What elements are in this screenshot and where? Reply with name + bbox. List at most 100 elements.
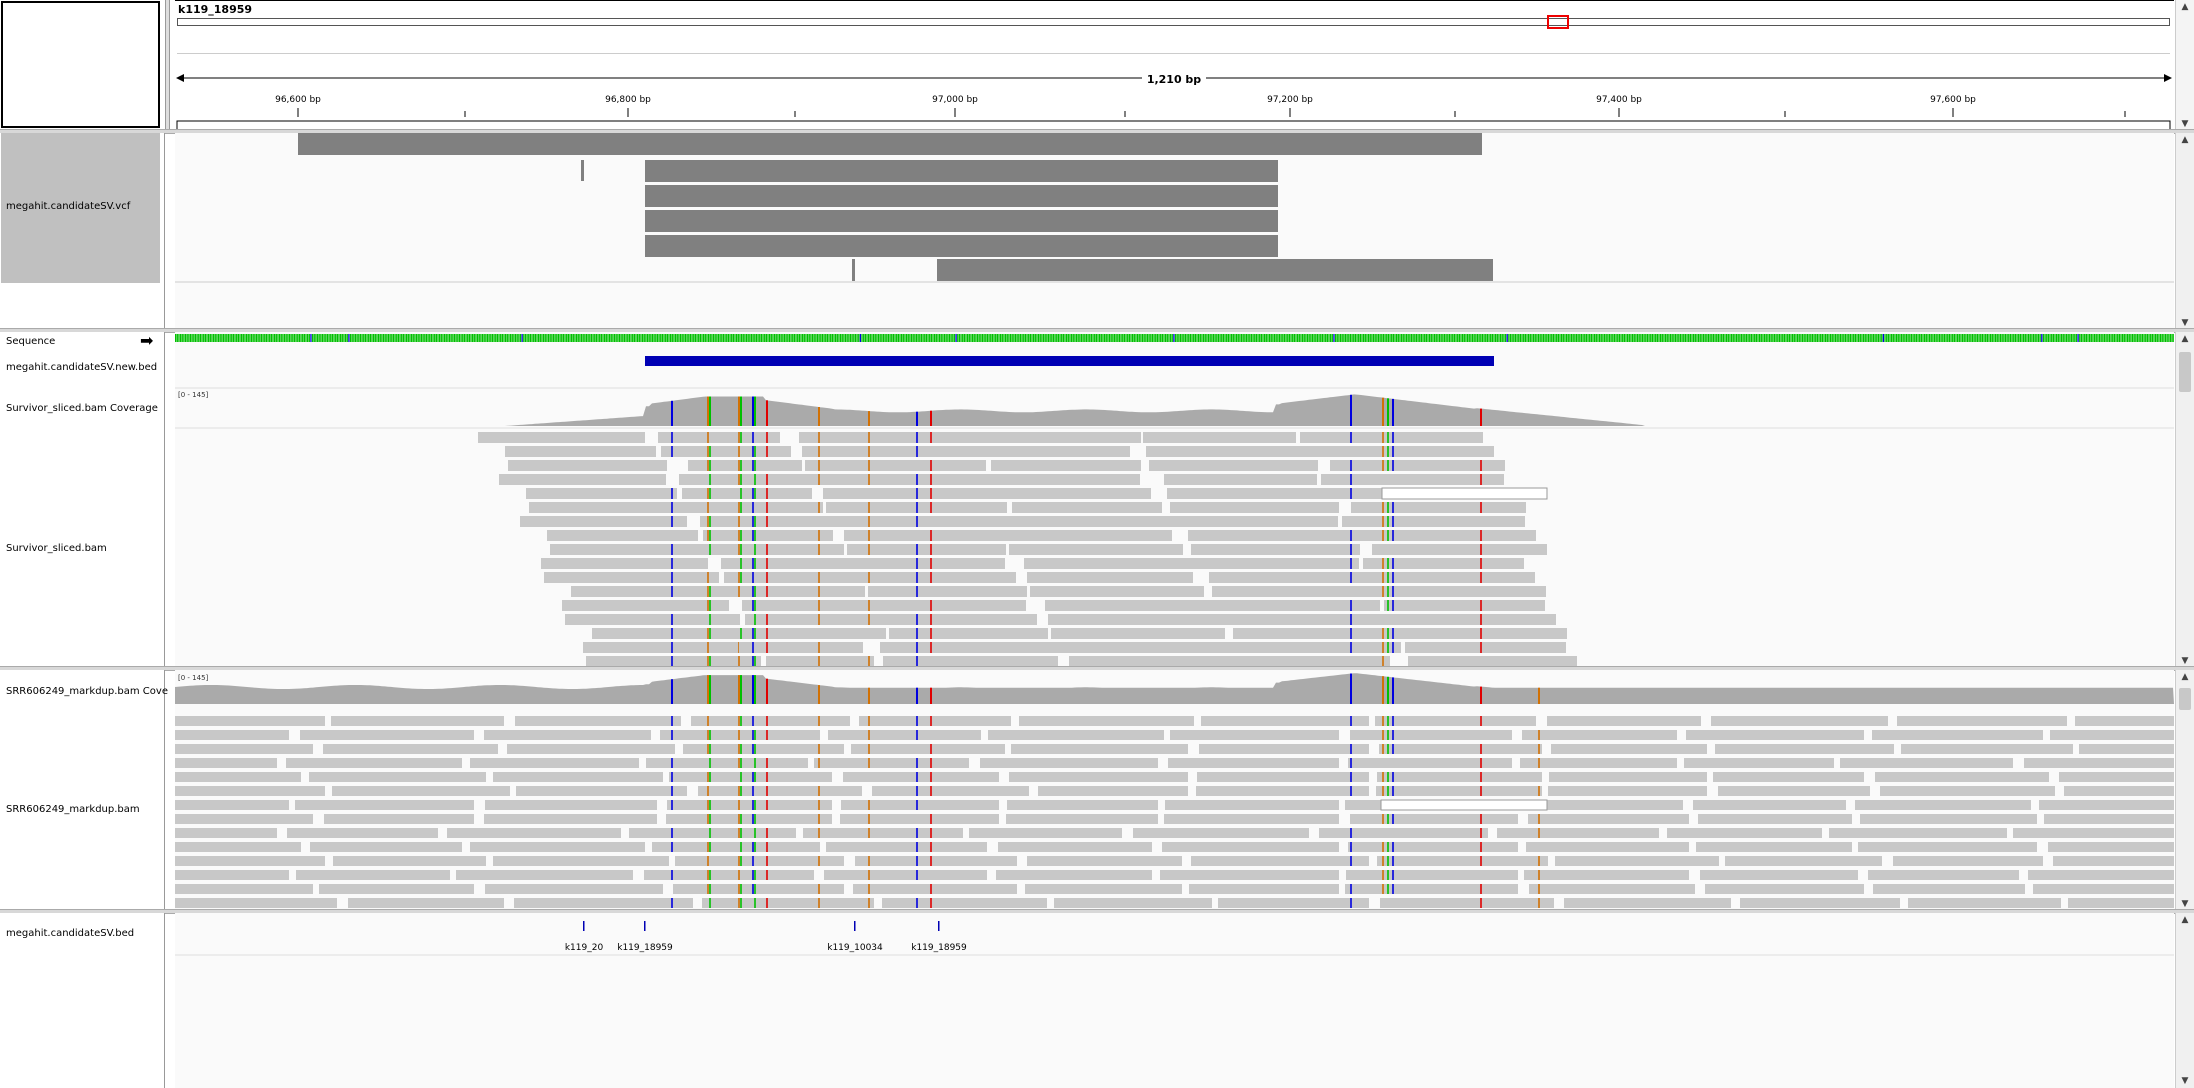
new-bed-feature[interactable] xyxy=(645,356,1494,366)
read[interactable] xyxy=(691,716,850,726)
read[interactable] xyxy=(1025,884,1182,894)
read[interactable] xyxy=(1713,772,1864,782)
read[interactable] xyxy=(1218,898,1369,908)
read[interactable] xyxy=(1725,856,1882,866)
survivor-coverage-track-name[interactable]: Survivor_sliced.bam Coverage xyxy=(6,403,158,414)
read[interactable] xyxy=(685,502,823,513)
bed-feature-mark[interactable] xyxy=(854,921,856,931)
read[interactable] xyxy=(1303,446,1494,457)
read[interactable] xyxy=(1522,730,1677,740)
read[interactable] xyxy=(1667,828,1822,838)
read[interactable] xyxy=(840,814,999,824)
read[interactable] xyxy=(583,642,750,653)
read[interactable] xyxy=(851,744,1005,754)
read[interactable] xyxy=(742,600,864,611)
read[interactable] xyxy=(1379,744,1542,754)
read[interactable] xyxy=(1868,870,2019,880)
read[interactable] xyxy=(1164,474,1317,485)
read[interactable] xyxy=(175,716,325,726)
read[interactable] xyxy=(988,730,1164,740)
read[interactable] xyxy=(669,772,832,782)
read[interactable] xyxy=(1206,614,1391,625)
read[interactable] xyxy=(1203,600,1380,611)
read[interactable] xyxy=(658,432,780,443)
read[interactable] xyxy=(470,842,645,852)
read[interactable] xyxy=(1372,544,1547,555)
read[interactable] xyxy=(1551,744,1707,754)
read[interactable] xyxy=(516,786,687,796)
read[interactable] xyxy=(507,744,675,754)
read[interactable] xyxy=(175,814,313,824)
read[interactable] xyxy=(175,786,325,796)
read[interactable] xyxy=(961,432,1141,443)
read[interactable] xyxy=(1162,842,1339,852)
srr-scrollbar[interactable]: ▲ ▼ xyxy=(2175,670,2194,911)
read[interactable] xyxy=(1377,772,1542,782)
read[interactable] xyxy=(838,558,1005,569)
read[interactable] xyxy=(1030,586,1204,597)
read[interactable] xyxy=(1038,786,1188,796)
read[interactable] xyxy=(1715,744,1894,754)
read[interactable] xyxy=(1007,800,1158,810)
read[interactable] xyxy=(1133,828,1309,838)
read[interactable] xyxy=(859,600,1026,611)
read[interactable] xyxy=(862,614,1037,625)
read[interactable] xyxy=(1019,716,1194,726)
read[interactable] xyxy=(1170,502,1339,513)
read[interactable] xyxy=(828,730,981,740)
read[interactable] xyxy=(646,758,808,768)
read[interactable] xyxy=(1829,828,2007,838)
read[interactable] xyxy=(296,870,450,880)
read[interactable] xyxy=(332,786,510,796)
read[interactable] xyxy=(1390,628,1567,639)
read[interactable] xyxy=(550,544,709,555)
read[interactable] xyxy=(1348,758,1512,768)
read[interactable] xyxy=(1529,884,1695,894)
scroll-up-icon[interactable]: ▲ xyxy=(2176,133,2194,147)
read[interactable] xyxy=(843,772,999,782)
read[interactable] xyxy=(1840,758,2013,768)
read[interactable] xyxy=(739,642,863,653)
read[interactable] xyxy=(1006,530,1172,541)
survivor-bam-track-name[interactable]: Survivor_sliced.bam xyxy=(6,543,107,554)
read[interactable] xyxy=(1548,786,1707,796)
bed-feature-label[interactable]: k119_20 xyxy=(565,943,604,953)
read[interactable] xyxy=(1224,642,1401,653)
read[interactable] xyxy=(1497,828,1659,838)
read[interactable] xyxy=(682,488,812,499)
read[interactable] xyxy=(727,586,865,597)
scroll-thumb[interactable] xyxy=(2179,352,2191,392)
bed-feature-mark[interactable] xyxy=(938,921,940,931)
read[interactable] xyxy=(2013,828,2174,838)
read[interactable] xyxy=(799,432,964,443)
read[interactable] xyxy=(1740,898,1900,908)
read[interactable] xyxy=(333,856,486,866)
read[interactable] xyxy=(1376,786,1542,796)
read[interactable] xyxy=(323,744,498,754)
read[interactable] xyxy=(847,544,1006,555)
read[interactable] xyxy=(1167,488,1328,499)
read[interactable] xyxy=(1524,870,1689,880)
read[interactable] xyxy=(666,814,832,824)
read[interactable] xyxy=(824,870,987,880)
read[interactable] xyxy=(889,628,1048,639)
read[interactable] xyxy=(1161,516,1338,527)
read[interactable] xyxy=(1012,502,1162,513)
vcf-feature[interactable] xyxy=(645,185,1278,207)
read[interactable] xyxy=(1380,898,1554,908)
read[interactable] xyxy=(2033,884,2174,894)
read[interactable] xyxy=(817,516,1006,527)
vcf-feature[interactable] xyxy=(645,160,1278,182)
read[interactable] xyxy=(1700,870,1858,880)
read[interactable] xyxy=(2050,730,2174,740)
bed-feature-label[interactable]: k119_10034 xyxy=(827,943,883,953)
bed-scrollbar[interactable]: ▲ ▼ xyxy=(2175,913,2194,1088)
read[interactable] xyxy=(526,488,677,499)
read[interactable] xyxy=(1191,544,1360,555)
read[interactable] xyxy=(644,870,814,880)
read[interactable] xyxy=(1330,460,1505,471)
scroll-up-icon[interactable]: ▲ xyxy=(2176,913,2194,927)
read[interactable] xyxy=(541,558,708,569)
read[interactable] xyxy=(1908,898,2061,908)
read[interactable] xyxy=(175,730,289,740)
